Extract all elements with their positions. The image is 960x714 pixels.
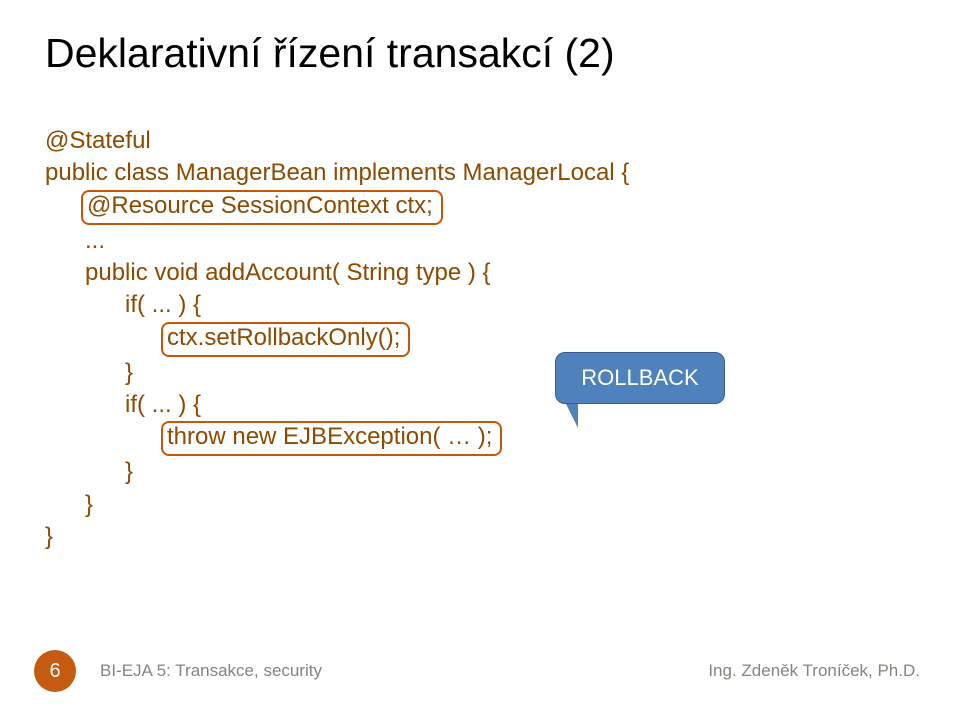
code-block: @Stateful public class ManagerBean imple… xyxy=(45,125,915,553)
code-line: @Resource SessionContext ctx; xyxy=(45,190,915,225)
code-line: public class ManagerBean implements Mana… xyxy=(45,157,915,189)
highlight-box: throw new EJBException( … ); xyxy=(161,421,502,456)
footer-right-text: Ing. Zdeněk Troníček, Ph.D. xyxy=(708,661,920,681)
code-line: if( ... ) { xyxy=(45,289,915,321)
footer-left-text: BI-EJA 5: Transakce, security xyxy=(100,661,708,681)
code-line: ... xyxy=(45,225,915,257)
highlight-box: @Resource SessionContext ctx; xyxy=(81,190,443,225)
code-line: } xyxy=(45,456,915,488)
highlight-box: ctx.setRollbackOnly(); xyxy=(161,322,410,357)
code-line: @Stateful xyxy=(45,125,915,157)
code-line: } xyxy=(45,521,915,553)
callout-rollback: ROLLBACK xyxy=(555,352,725,404)
slide-title: Deklarativní řízení transakcí (2) xyxy=(45,30,915,77)
code-line: } xyxy=(45,357,915,389)
code-line: ctx.setRollbackOnly(); xyxy=(45,322,915,357)
code-line: public void addAccount( String type ) { xyxy=(45,257,915,289)
slide-footer: 6 BI-EJA 5: Transakce, security Ing. Zde… xyxy=(0,650,960,692)
code-line: if( ... ) { xyxy=(45,389,915,421)
page-number: 6 xyxy=(34,650,76,692)
code-line: } xyxy=(45,489,915,521)
code-line: throw new EJBException( … ); xyxy=(45,421,915,456)
